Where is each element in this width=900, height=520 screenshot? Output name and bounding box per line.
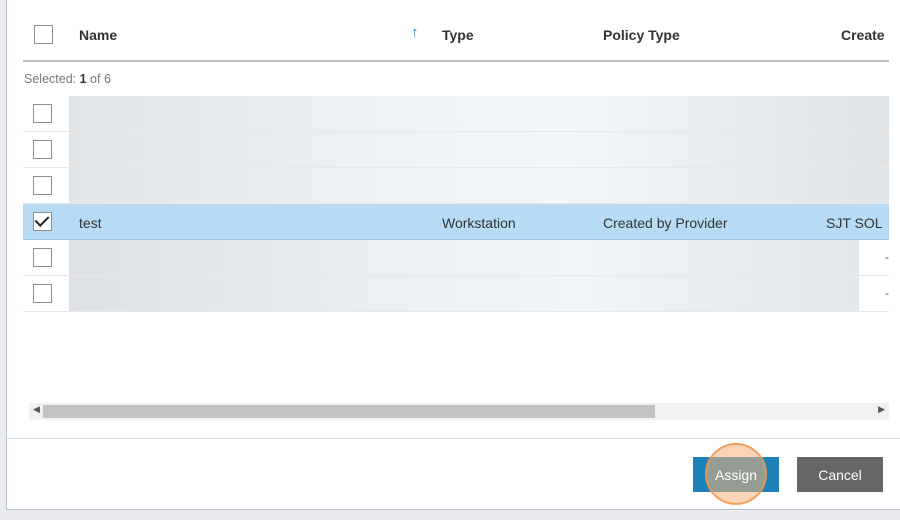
selection-summary: Selected: 1 of 6 bbox=[24, 72, 111, 86]
table-row[interactable] bbox=[23, 96, 889, 132]
redacted-row-content bbox=[69, 276, 859, 311]
table-header: Name ↑ Type Policy Type Create bbox=[23, 12, 889, 62]
redacted-row-content bbox=[69, 240, 859, 275]
cell-type: Workstation bbox=[442, 215, 516, 231]
redacted-row-content bbox=[69, 168, 889, 203]
selected-suffix: of 6 bbox=[90, 72, 111, 86]
column-header-policy-type[interactable]: Policy Type bbox=[603, 27, 680, 43]
scrollbar-thumb[interactable] bbox=[43, 405, 655, 418]
select-all-checkbox[interactable] bbox=[34, 25, 53, 44]
redacted-row-content bbox=[69, 96, 889, 131]
table-row-selected[interactable]: test Workstation Created by Provider SJT… bbox=[23, 204, 889, 240]
row-checkbox[interactable] bbox=[33, 284, 52, 303]
redacted-row-content bbox=[69, 132, 889, 167]
cancel-button-label: Cancel bbox=[818, 466, 862, 483]
row-checkbox[interactable] bbox=[33, 104, 52, 123]
cell-name: test bbox=[79, 215, 102, 231]
arrow-up-icon[interactable]: ↑ bbox=[411, 24, 419, 41]
footer-divider bbox=[7, 438, 900, 439]
selected-count: 1 bbox=[79, 72, 87, 86]
row-checkbox[interactable] bbox=[33, 176, 52, 195]
cell-created: - bbox=[885, 250, 889, 264]
table-row[interactable]: - bbox=[23, 276, 889, 312]
arrow-left-icon[interactable]: ◀ bbox=[33, 404, 40, 415]
column-header-type[interactable]: Type bbox=[442, 27, 474, 43]
table-row[interactable] bbox=[23, 132, 889, 168]
cell-created: - bbox=[885, 286, 889, 300]
assign-policy-dialog: Name ↑ Type Policy Type Create Selected:… bbox=[6, 0, 900, 510]
assign-button[interactable]: Assign bbox=[693, 457, 779, 492]
arrow-right-icon[interactable]: ▶ bbox=[878, 404, 885, 415]
row-checkbox[interactable] bbox=[33, 248, 52, 267]
selected-prefix: Selected: bbox=[24, 72, 77, 86]
row-checkbox-checked[interactable] bbox=[33, 212, 52, 231]
table-row[interactable] bbox=[23, 168, 889, 204]
row-checkbox[interactable] bbox=[33, 140, 52, 159]
horizontal-scrollbar[interactable]: ◀ ▶ bbox=[29, 403, 889, 420]
cell-created: SJT SOL bbox=[826, 215, 883, 231]
cell-policy-type: Created by Provider bbox=[603, 215, 728, 231]
column-header-name[interactable]: Name bbox=[79, 27, 117, 43]
table-row[interactable]: - bbox=[23, 240, 889, 276]
assign-button-label: Assign bbox=[714, 466, 758, 483]
cancel-button[interactable]: Cancel bbox=[797, 457, 883, 492]
column-header-created[interactable]: Create bbox=[841, 27, 885, 43]
